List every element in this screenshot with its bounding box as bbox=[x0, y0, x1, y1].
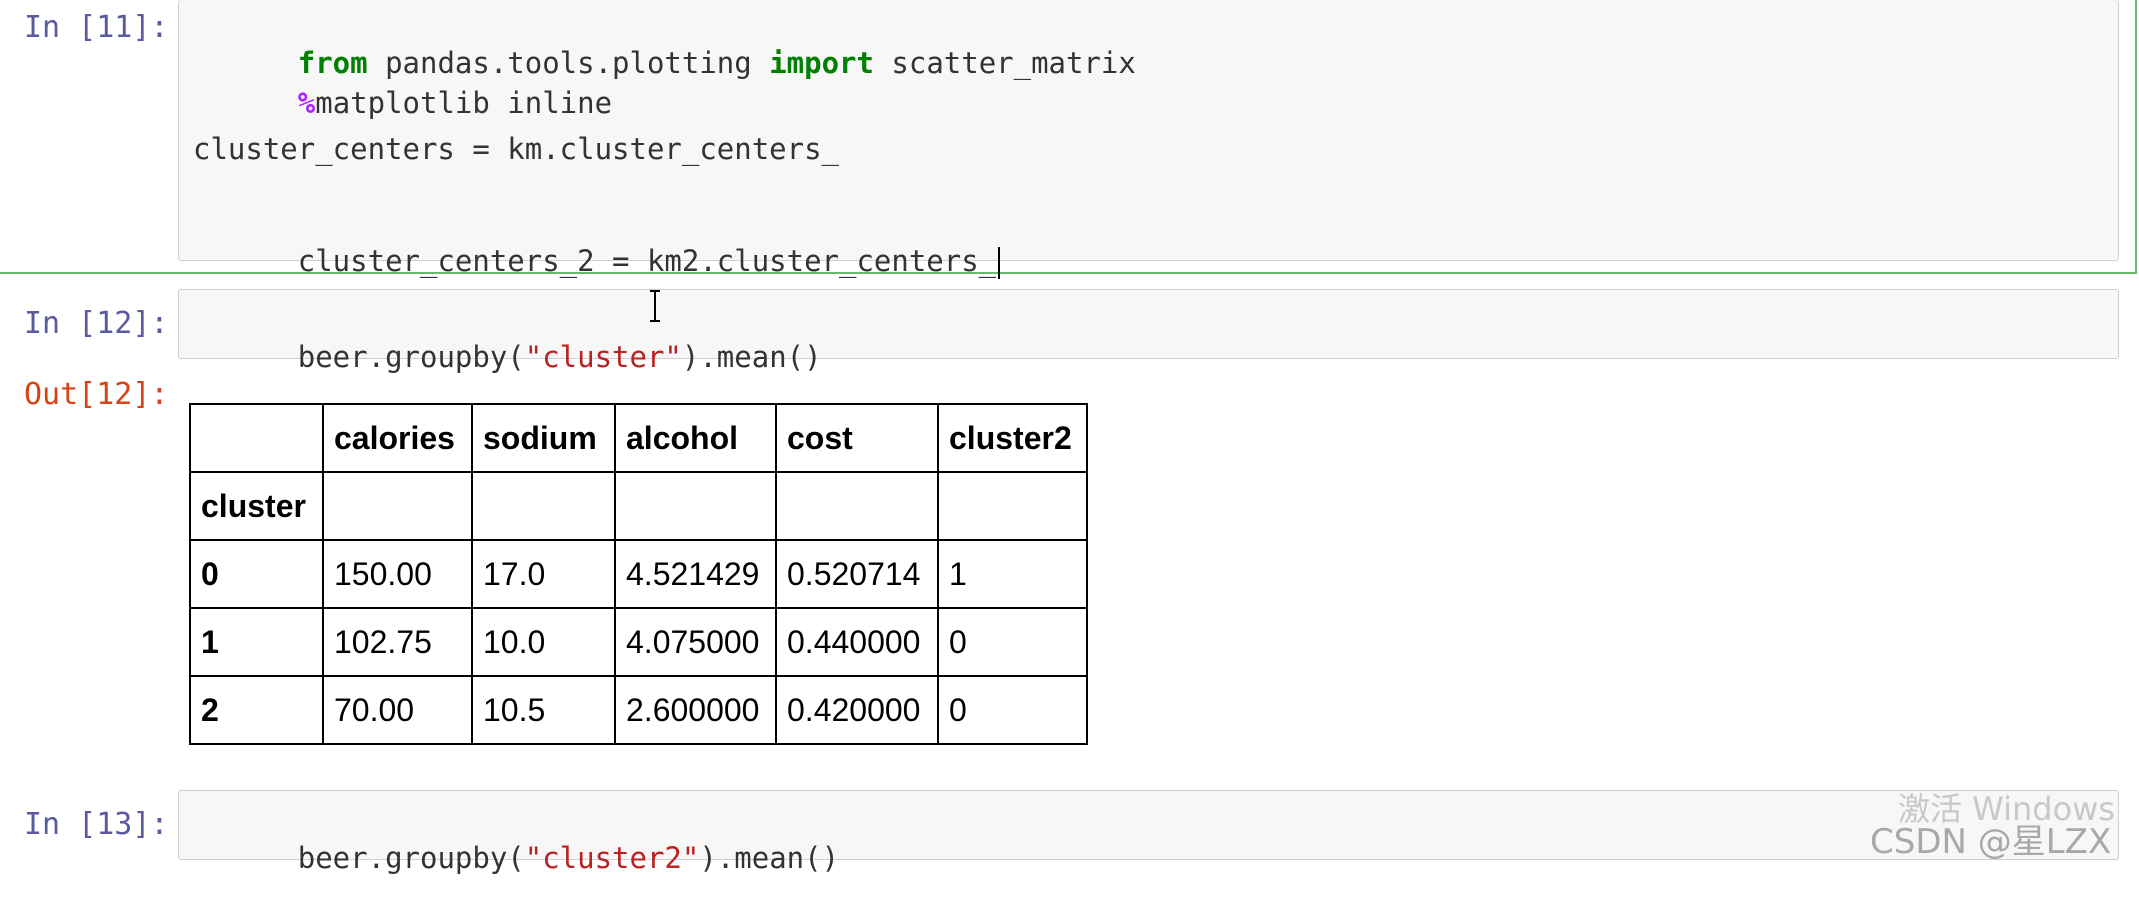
table-row: 1 102.75 10.0 4.075000 0.440000 0 bbox=[189, 607, 1088, 677]
table-cell: 0.520714 bbox=[775, 539, 939, 609]
table-header-cell: sodium bbox=[471, 403, 616, 473]
code-cell-12[interactable]: In [12]: beer.groupby("cluster").mean() bbox=[0, 289, 2139, 374]
table-cell: 0.440000 bbox=[775, 607, 939, 677]
table-cell: 102.75 bbox=[322, 607, 473, 677]
input-prompt-11: In [11]: bbox=[24, 10, 169, 45]
code-line-centers: cluster_centers = km.cluster_centers_ bbox=[193, 132, 840, 166]
code-editor-11[interactable]: from pandas.tools.plotting import scatte… bbox=[178, 0, 2119, 279]
table-row: 0 150.00 17.0 4.521429 0.520714 1 bbox=[189, 539, 1088, 609]
code-line-groupby-2: beer.groupby("cluster2").mean() bbox=[297, 841, 840, 875]
dataframe-output-table: calories sodium alcohol cost cluster2 cl… bbox=[189, 403, 1088, 745]
input-prompt-13: In [13]: bbox=[24, 807, 169, 842]
table-cell: 1 bbox=[937, 539, 1088, 609]
ibeam-cursor-icon bbox=[650, 290, 660, 322]
code-editor-12[interactable]: beer.groupby("cluster").mean() bbox=[178, 289, 2119, 374]
input-prompt-12: In [12]: bbox=[24, 306, 169, 341]
table-header-cell: cost bbox=[775, 403, 939, 473]
table-cell: 17.0 bbox=[471, 539, 616, 609]
table-index-name-row: cluster bbox=[189, 471, 1088, 541]
table-index-cell: 1 bbox=[189, 607, 324, 677]
text-cursor bbox=[998, 247, 1001, 279]
table-cell: 0.420000 bbox=[775, 675, 939, 745]
code-line-groupby: beer.groupby("cluster").mean() bbox=[297, 340, 822, 374]
table-cell: 0 bbox=[937, 607, 1088, 677]
code-cell-13[interactable]: In [13]: beer.groupby("cluster2").mean() bbox=[0, 790, 2139, 875]
table-row: 2 70.00 10.5 2.600000 0.420000 0 bbox=[189, 675, 1088, 745]
table-header-row: calories sodium alcohol cost cluster2 bbox=[189, 403, 1088, 473]
csdn-watermark: CSDN @星LZX bbox=[1870, 822, 2112, 862]
table-cell: 4.075000 bbox=[614, 607, 777, 677]
table-header-cell: calories bbox=[322, 403, 473, 473]
table-cell: 150.00 bbox=[322, 539, 473, 609]
table-cell: 2.600000 bbox=[614, 675, 777, 745]
table-header-cell: alcohol bbox=[614, 403, 777, 473]
table-index-name: cluster bbox=[189, 471, 324, 541]
table-cell: 4.521429 bbox=[614, 539, 777, 609]
table-cell: 10.5 bbox=[471, 675, 616, 745]
table-header-cell bbox=[189, 403, 324, 473]
output-prompt-12: Out[12]: bbox=[24, 377, 169, 412]
code-cell-11[interactable]: In [11]: from pandas.tools.plotting impo… bbox=[0, 0, 2139, 279]
table-cell: 70.00 bbox=[322, 675, 473, 745]
table-cell: 10.0 bbox=[471, 607, 616, 677]
table-index-cell: 0 bbox=[189, 539, 324, 609]
table-cell: 0 bbox=[937, 675, 1088, 745]
table-header-cell: cluster2 bbox=[937, 403, 1088, 473]
table-index-cell: 2 bbox=[189, 675, 324, 745]
code-editor-13[interactable]: beer.groupby("cluster2").mean() bbox=[178, 790, 2119, 875]
